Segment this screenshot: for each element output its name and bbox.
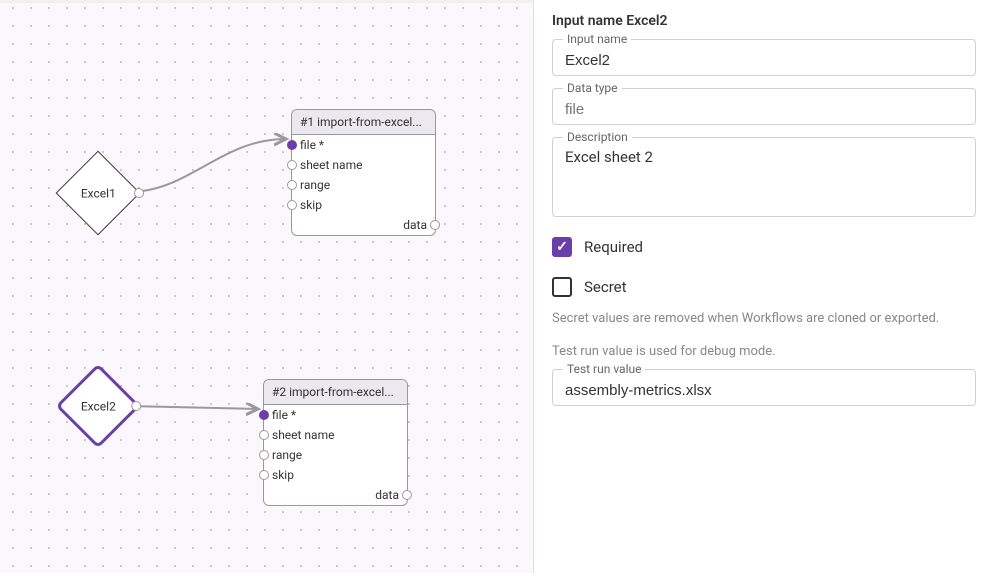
input-port[interactable] — [259, 450, 269, 460]
input-node-label: Excel2 — [81, 399, 116, 413]
test-run-help-text: Test run value is used for debug mode. — [552, 344, 976, 359]
field-label: Data type — [563, 81, 622, 95]
input-port[interactable] — [259, 470, 269, 480]
input-node-label: Excel1 — [81, 186, 116, 200]
data-type-field-group: Data type — [552, 88, 976, 125]
input-port[interactable] — [259, 410, 269, 420]
test-run-field-group: Test run value — [552, 369, 976, 406]
checkbox-label: Required — [584, 238, 643, 256]
input-port[interactable] — [287, 160, 297, 170]
input-name-field-group: Input name — [552, 39, 976, 76]
output-port[interactable] — [134, 188, 144, 198]
input-port[interactable] — [287, 140, 297, 150]
secret-help-text: Secret values are removed when Workflows… — [552, 311, 976, 326]
input-name-field[interactable] — [565, 52, 963, 69]
field-label: Test run value — [563, 362, 645, 376]
port-row-data[interactable]: data — [292, 215, 435, 235]
secret-checkbox[interactable] — [552, 277, 572, 297]
field-label: Input name — [563, 32, 631, 46]
properties-panel: Input name Excel2 Input name Data type D… — [534, 0, 994, 573]
port-row-file[interactable]: file * — [292, 135, 435, 155]
port-row-data[interactable]: data — [264, 485, 407, 505]
workflow-block-1[interactable]: #1 import-from-excel... file * sheet nam… — [291, 109, 436, 236]
output-port[interactable] — [131, 401, 141, 411]
port-row-file[interactable]: file * — [264, 405, 407, 425]
input-port[interactable] — [287, 180, 297, 190]
required-checkbox-row: Required — [552, 237, 976, 257]
input-port[interactable] — [259, 430, 269, 440]
input-port[interactable] — [287, 200, 297, 210]
data-type-field[interactable] — [565, 101, 963, 118]
port-row-range[interactable]: range — [292, 175, 435, 195]
port-row-skip[interactable]: skip — [264, 465, 407, 485]
output-port[interactable] — [430, 220, 440, 230]
description-field-group: Description Excel sheet 2 — [552, 137, 976, 217]
port-row-range[interactable]: range — [264, 445, 407, 465]
port-row-sheet-name[interactable]: sheet name — [264, 425, 407, 445]
workflow-canvas[interactable]: Excel1 Excel2 #1 import-from-excel... fi… — [0, 0, 534, 573]
description-field[interactable]: Excel sheet 2 — [565, 148, 963, 166]
workflow-block-2[interactable]: #2 import-from-excel... file * sheet nam… — [263, 379, 408, 506]
port-row-sheet-name[interactable]: sheet name — [292, 155, 435, 175]
secret-checkbox-row: Secret — [552, 277, 976, 297]
field-label: Description — [563, 130, 632, 144]
port-row-skip[interactable]: skip — [292, 195, 435, 215]
checkbox-label: Secret — [584, 278, 627, 296]
block-title: #1 import-from-excel... — [292, 110, 435, 135]
output-port[interactable] — [402, 490, 412, 500]
required-checkbox[interactable] — [552, 237, 572, 257]
test-run-value-field[interactable] — [565, 382, 963, 399]
block-title: #2 import-from-excel... — [264, 380, 407, 405]
